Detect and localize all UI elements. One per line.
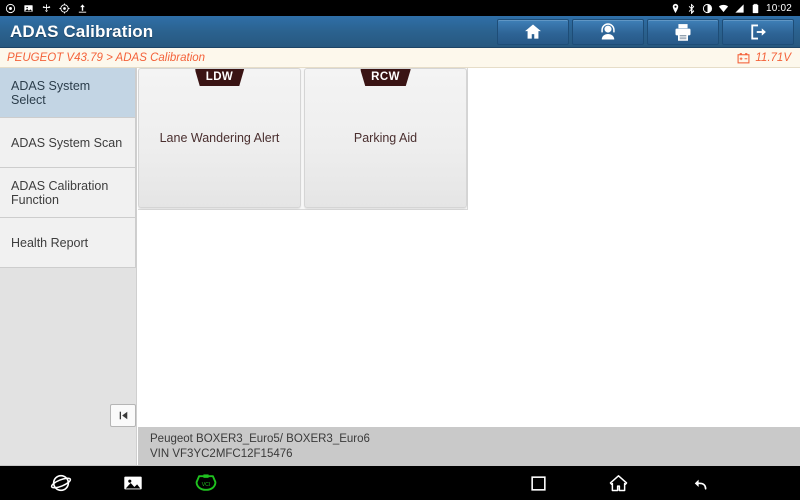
nav-left-group: VCI (0, 472, 218, 494)
back-arrow-icon (694, 479, 707, 490)
home-button-nav[interactable] (608, 473, 629, 494)
upload-icon (78, 3, 87, 13)
card-label: Parking Aid (353, 131, 418, 145)
settings-gear-icon (59, 2, 70, 14)
home-icon (525, 24, 541, 39)
sidebar-item-adas-calibration-function[interactable]: ADAS Calibration Function (0, 168, 136, 218)
vehicle-vin: VIN VF3YC2MFC12F15476 (150, 448, 293, 460)
support-button[interactable] (572, 18, 644, 45)
voltage-indicator: 11.71V (737, 52, 800, 64)
gallery-button[interactable] (122, 472, 144, 494)
battery-icon (752, 3, 759, 13)
status-left-icons (5, 2, 88, 14)
home-button[interactable] (497, 18, 569, 45)
exit-door-icon (751, 24, 766, 39)
gallery-icon (124, 476, 142, 490)
home-icon (609, 474, 628, 491)
nav-right-group (529, 473, 800, 494)
card-badge: LDW (194, 69, 245, 86)
sidebar-item-label: ADAS System Select (11, 78, 91, 107)
page-title: ADAS Calibration (10, 21, 154, 41)
content-area: LDW Lane Wandering Alert RCW Parking Aid (138, 68, 800, 465)
workspace: ADAS System Select ADAS System Scan ADAS… (0, 68, 800, 465)
skip-to-start-icon (119, 411, 127, 420)
usb-icon (42, 3, 51, 12)
dialer-icon (5, 3, 16, 13)
back-button[interactable] (689, 473, 710, 494)
adas-card-ldw[interactable]: LDW Lane Wandering Alert (138, 68, 301, 208)
wifi-icon (718, 4, 729, 12)
svg-text:VCI: VCI (202, 482, 211, 488)
adas-system-card-list: LDW Lane Wandering Alert RCW Parking Aid (138, 68, 468, 210)
android-status-bar: 10:02 (0, 0, 800, 16)
sidebar-item-label: ADAS Calibration Function (11, 178, 109, 207)
card-label: Lane Wandering Alert (159, 131, 280, 145)
print-button[interactable] (647, 18, 719, 45)
sidebar-item-label: ADAS System Scan (11, 135, 123, 150)
android-navigation-bar: VCI (0, 465, 800, 500)
toolbar-buttons (497, 16, 800, 47)
voltage-value: 11.71V (755, 51, 791, 64)
headset-person-icon (601, 22, 615, 39)
breadcrumb-bar: PEUGEOT V43.79 > ADAS Calibration 11.71V (0, 48, 800, 68)
vehicle-info-bar: Peugeot BOXER3_Euro5/ BOXER3_Euro6 VIN V… (138, 427, 800, 465)
status-right-icons: 10:02 (670, 3, 795, 14)
cellular-signal-icon (735, 3, 744, 13)
vehicle-model: Peugeot BOXER3_Euro5/ BOXER3_Euro6 (150, 433, 370, 445)
sidebar-item-label: Health Report (11, 235, 89, 250)
recents-button[interactable] (529, 474, 548, 493)
tablet-screen: 10:02 ADAS Calibration PEUGEOT V43.79 > … (0, 0, 800, 500)
printer-icon (675, 23, 691, 41)
do-not-disturb-icon (702, 3, 713, 13)
sidebar-item-adas-system-select[interactable]: ADAS System Select (0, 68, 136, 118)
screenshot-icon (24, 4, 33, 12)
exit-button[interactable] (722, 18, 794, 45)
browser-button[interactable] (50, 472, 72, 494)
app-title-bar: ADAS Calibration (0, 16, 800, 48)
collapse-sidebar-button[interactable] (110, 404, 136, 427)
location-pin-icon (672, 3, 679, 13)
breadcrumb[interactable]: PEUGEOT V43.79 > ADAS Calibration (0, 52, 205, 64)
adas-card-rcw[interactable]: RCW Parking Aid (304, 68, 467, 208)
status-clock: 10:02 (765, 2, 792, 14)
sidebar-item-adas-system-scan[interactable]: ADAS System Scan (0, 118, 136, 168)
sidebar-item-health-report[interactable]: Health Report (0, 218, 136, 268)
bluetooth-icon (688, 3, 695, 14)
vci-connection-button[interactable]: VCI (194, 472, 218, 494)
browser-icon (50, 474, 72, 492)
vci-connection-icon: VCI (195, 474, 217, 491)
recents-square-icon (531, 475, 546, 491)
card-badge: RCW (360, 69, 411, 86)
car-battery-icon (737, 52, 750, 63)
